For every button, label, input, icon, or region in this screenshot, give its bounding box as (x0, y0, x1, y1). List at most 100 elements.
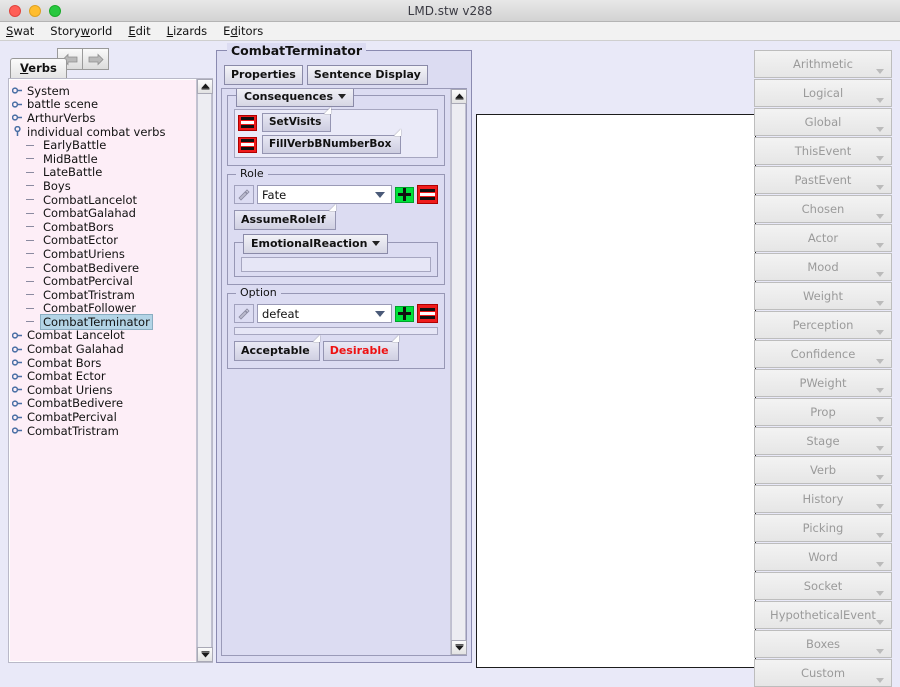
palette-button-weight[interactable]: Weight (754, 282, 892, 310)
tree-leaf-dash-icon (19, 240, 41, 241)
palette-button-label: ThisEvent (794, 144, 852, 158)
chevron-down-icon[interactable] (375, 191, 385, 198)
tree-item-combatbedivere[interactable]: CombatBedivere (9, 261, 196, 275)
consequence-setvisits[interactable]: SetVisits (262, 107, 332, 132)
role-input[interactable]: Fate (257, 185, 392, 204)
palette-button-confidence[interactable]: Confidence (754, 340, 892, 368)
tree-item-combatfollower[interactable]: CombatFollower (9, 301, 196, 315)
scroll-down-icon[interactable] (451, 640, 467, 655)
panel-scrollbar[interactable] (450, 89, 467, 655)
menu-swat[interactable]: Swat (6, 24, 34, 38)
acceptable-button[interactable]: Acceptable (234, 335, 320, 361)
pencil-icon[interactable] (234, 185, 254, 204)
scroll-up-icon[interactable] (197, 79, 213, 94)
consequences-list: SetVisits FillVerbBNumberBox (234, 107, 438, 158)
tree-item-midbattle[interactable]: MidBattle (9, 152, 196, 166)
tree-item-individual-combat-verbs[interactable]: individual combat verbs (9, 125, 196, 139)
remove-option-button[interactable] (417, 304, 438, 323)
palette-button-history[interactable]: History (754, 485, 892, 513)
assume-role-if-button[interactable]: AssumeRoleIf (234, 204, 336, 230)
tree-item-label: CombatPercival (43, 274, 133, 289)
scroll-down-icon[interactable] (197, 647, 213, 662)
option-input[interactable]: defeat (257, 304, 392, 323)
palette-button-verb[interactable]: Verb (754, 456, 892, 484)
tree-item-latebattle[interactable]: LateBattle (9, 165, 196, 179)
palette-button-arithmetic[interactable]: Arithmetic (754, 50, 892, 78)
list-item[interactable]: FillVerbBNumberBox (238, 129, 434, 154)
palette-button-global[interactable]: Global (754, 108, 892, 136)
chevron-down-icon (876, 562, 884, 567)
tree-collapsed-knob-icon (9, 398, 25, 409)
tree-item-combatector[interactable]: CombatEctor (9, 233, 196, 247)
tab-properties[interactable]: Properties (224, 65, 303, 85)
role-legend: Role (236, 167, 268, 180)
consequence-fillverbbnumberbox[interactable]: FillVerbBNumberBox (262, 129, 402, 154)
palette-button-pastevent[interactable]: PastEvent (754, 166, 892, 194)
remove-consequence-button[interactable] (238, 114, 257, 131)
tree-collapsed-knob-icon (9, 412, 25, 423)
palette-button-perception[interactable]: Perception (754, 311, 892, 339)
tree-item-earlybattle[interactable]: EarlyBattle (9, 138, 196, 152)
verbs-tree[interactable]: System battle scene ArthurVerbs individual … (9, 79, 196, 662)
remove-consequence-button[interactable] (238, 136, 257, 153)
list-item[interactable]: SetVisits (238, 107, 434, 132)
palette-button-custom[interactable]: Custom (754, 659, 892, 687)
palette-button-boxes[interactable]: Boxes (754, 630, 892, 658)
tree-item-combattristram[interactable]: CombatTristram (9, 288, 196, 302)
tree-item-combatpercival[interactable]: CombatPercival (9, 274, 196, 288)
tree-item-combatpercival[interactable]: CombatPercival (9, 410, 196, 424)
tree-item-combatbors[interactable]: CombatBors (9, 220, 196, 234)
tree-item-combat-bors[interactable]: Combat Bors (9, 356, 196, 370)
tree-item-battle-scene[interactable]: battle scene (9, 97, 196, 111)
add-option-button[interactable] (395, 305, 414, 322)
tree-item-combat-galahad[interactable]: Combat Galahad (9, 342, 196, 356)
palette-button-chosen[interactable]: Chosen (754, 195, 892, 223)
tree-item-combatbedivere[interactable]: CombatBedivere (9, 396, 196, 410)
tree-item-combat-uriens[interactable]: Combat Uriens (9, 383, 196, 397)
pencil-icon[interactable] (234, 304, 254, 323)
palette-button-picking[interactable]: Picking (754, 514, 892, 542)
scroll-up-icon[interactable] (451, 89, 467, 104)
tree-item-combatterminator[interactable]: CombatTerminator (9, 314, 196, 329)
palette-button-pweight[interactable]: PWeight (754, 369, 892, 397)
palette-button-logical[interactable]: Logical (754, 79, 892, 107)
tree-item-arthurverbs[interactable]: ArthurVerbs (9, 111, 196, 125)
palette-button-thisevent[interactable]: ThisEvent (754, 137, 892, 165)
chevron-down-icon[interactable] (375, 310, 385, 317)
remove-role-button[interactable] (417, 185, 438, 204)
panel-scroll-track[interactable] (451, 104, 466, 640)
tree-scroll-track[interactable] (197, 94, 212, 647)
tree-item-combaturiens[interactable]: CombatUriens (9, 247, 196, 261)
palette-button-actor[interactable]: Actor (754, 224, 892, 252)
tab-verbs[interactable]: Verbs (10, 58, 67, 78)
tab-sentence-display[interactable]: Sentence Display (306, 65, 428, 85)
script-canvas[interactable] (476, 114, 756, 668)
emotional-reaction-list[interactable] (241, 257, 431, 272)
forward-arrow-icon[interactable] (83, 48, 109, 70)
emotional-reaction-dropdown-button[interactable]: EmotionalReaction (243, 234, 389, 254)
tree-item-combatgalahad[interactable]: CombatGalahad (9, 206, 196, 220)
tree-item-combat-lancelot[interactable]: Combat Lancelot (9, 328, 196, 342)
desirable-button[interactable]: Desirable (322, 335, 399, 361)
menu-storyworld[interactable]: Storyworld (50, 24, 112, 38)
menu-lizards[interactable]: Lizards (167, 24, 208, 38)
add-role-button[interactable] (395, 186, 414, 203)
consequences-dropdown-button[interactable]: Consequences (236, 89, 354, 107)
tree-scrollbar[interactable] (196, 79, 213, 662)
menu-editors[interactable]: Editors (223, 24, 263, 38)
tree-item-combat-ector[interactable]: Combat Ector (9, 369, 196, 383)
tree-item-combattristram[interactable]: CombatTristram (9, 424, 196, 438)
palette-button-stage[interactable]: Stage (754, 427, 892, 455)
tree-item-system[interactable]: System (9, 84, 196, 98)
palette-button-socket[interactable]: Socket (754, 572, 892, 600)
tree-item-boys[interactable]: Boys (9, 179, 196, 193)
menu-edit[interactable]: Edit (128, 24, 150, 38)
tree-item-combatlancelot[interactable]: CombatLancelot (9, 193, 196, 207)
palette-button-label: Chosen (801, 202, 845, 216)
palette-button-mood[interactable]: Mood (754, 253, 892, 281)
tree-collapsed-knob-icon (9, 357, 25, 368)
palette-button-prop[interactable]: Prop (754, 398, 892, 426)
palette-button-word[interactable]: Word (754, 543, 892, 571)
tree-leaf-dash-icon (19, 321, 41, 322)
palette-button-hypotheticalevent[interactable]: HypotheticalEvent (754, 601, 892, 629)
